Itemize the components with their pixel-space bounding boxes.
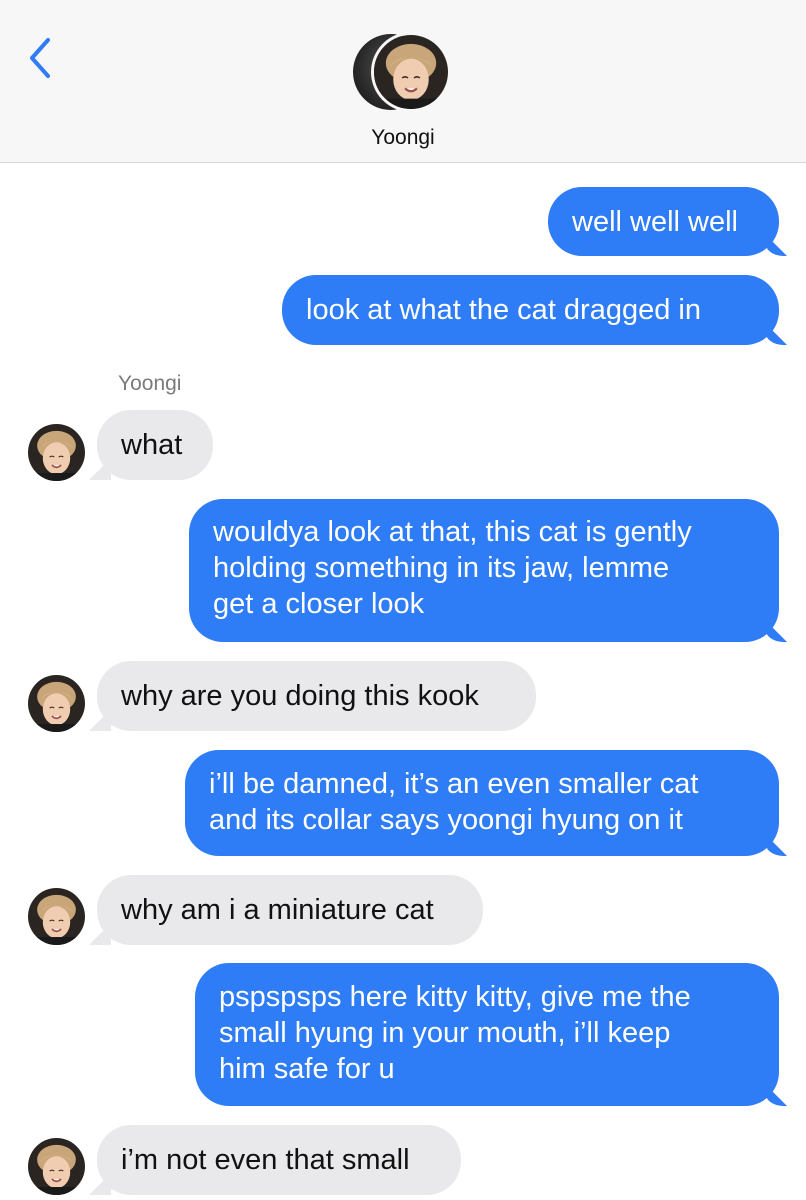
message-text: well well well bbox=[572, 206, 738, 238]
conversation-header: Yoongi bbox=[0, 0, 806, 163]
sender-avatar[interactable] bbox=[28, 424, 85, 481]
outgoing-message[interactable]: pspspsps here kitty kitty, give me the s… bbox=[195, 963, 779, 1106]
avatar bbox=[28, 675, 85, 732]
avatar bbox=[28, 424, 85, 481]
avatar bbox=[371, 32, 451, 112]
contact-name[interactable]: Yoongi bbox=[0, 126, 806, 150]
message-text: why am i a miniature cat bbox=[121, 894, 434, 926]
sender-avatar[interactable] bbox=[28, 675, 85, 732]
sender-avatar[interactable] bbox=[28, 888, 85, 945]
incoming-message[interactable]: why am i a miniature cat bbox=[97, 875, 483, 945]
message-text: small hyung in your mouth, i’ll keep bbox=[219, 1017, 671, 1049]
outgoing-message[interactable]: wouldya look at that, this cat is gently… bbox=[189, 499, 779, 642]
incoming-message[interactable]: i’m not even that small bbox=[97, 1125, 461, 1195]
message-text: get a closer look bbox=[213, 588, 425, 620]
outgoing-message[interactable]: i’ll be damned, it’s an even smaller cat… bbox=[185, 750, 779, 856]
avatar bbox=[28, 1138, 85, 1195]
message-text: look at what the cat dragged in bbox=[306, 294, 701, 326]
chevron-left-icon bbox=[30, 38, 50, 78]
message-text: wouldya look at that, this cat is gently bbox=[213, 516, 692, 548]
back-button[interactable] bbox=[22, 30, 62, 86]
message-text: what bbox=[121, 429, 183, 461]
message-text: holding something in its jaw, lemme bbox=[213, 552, 670, 584]
incoming-message[interactable]: why are you doing this kook bbox=[97, 661, 536, 731]
message-text: pspspsps here kitty kitty, give me the bbox=[219, 981, 691, 1013]
message-text: i’ll be damned, it’s an even smaller cat bbox=[209, 768, 699, 800]
outgoing-message[interactable]: well well well bbox=[548, 187, 779, 256]
sender-name: Yoongi bbox=[118, 372, 182, 395]
message-text: why are you doing this kook bbox=[121, 680, 479, 712]
message-text: and its collar says yoongi hyung on it bbox=[209, 804, 683, 836]
message-text: him safe for u bbox=[219, 1053, 395, 1085]
outgoing-message[interactable]: look at what the cat dragged in bbox=[282, 275, 779, 345]
incoming-message[interactable]: what bbox=[97, 410, 213, 480]
contact-avatar[interactable] bbox=[353, 32, 457, 112]
avatar bbox=[374, 35, 448, 109]
avatar bbox=[28, 888, 85, 945]
message-text: i’m not even that small bbox=[121, 1144, 410, 1176]
sender-avatar[interactable] bbox=[28, 1138, 85, 1195]
